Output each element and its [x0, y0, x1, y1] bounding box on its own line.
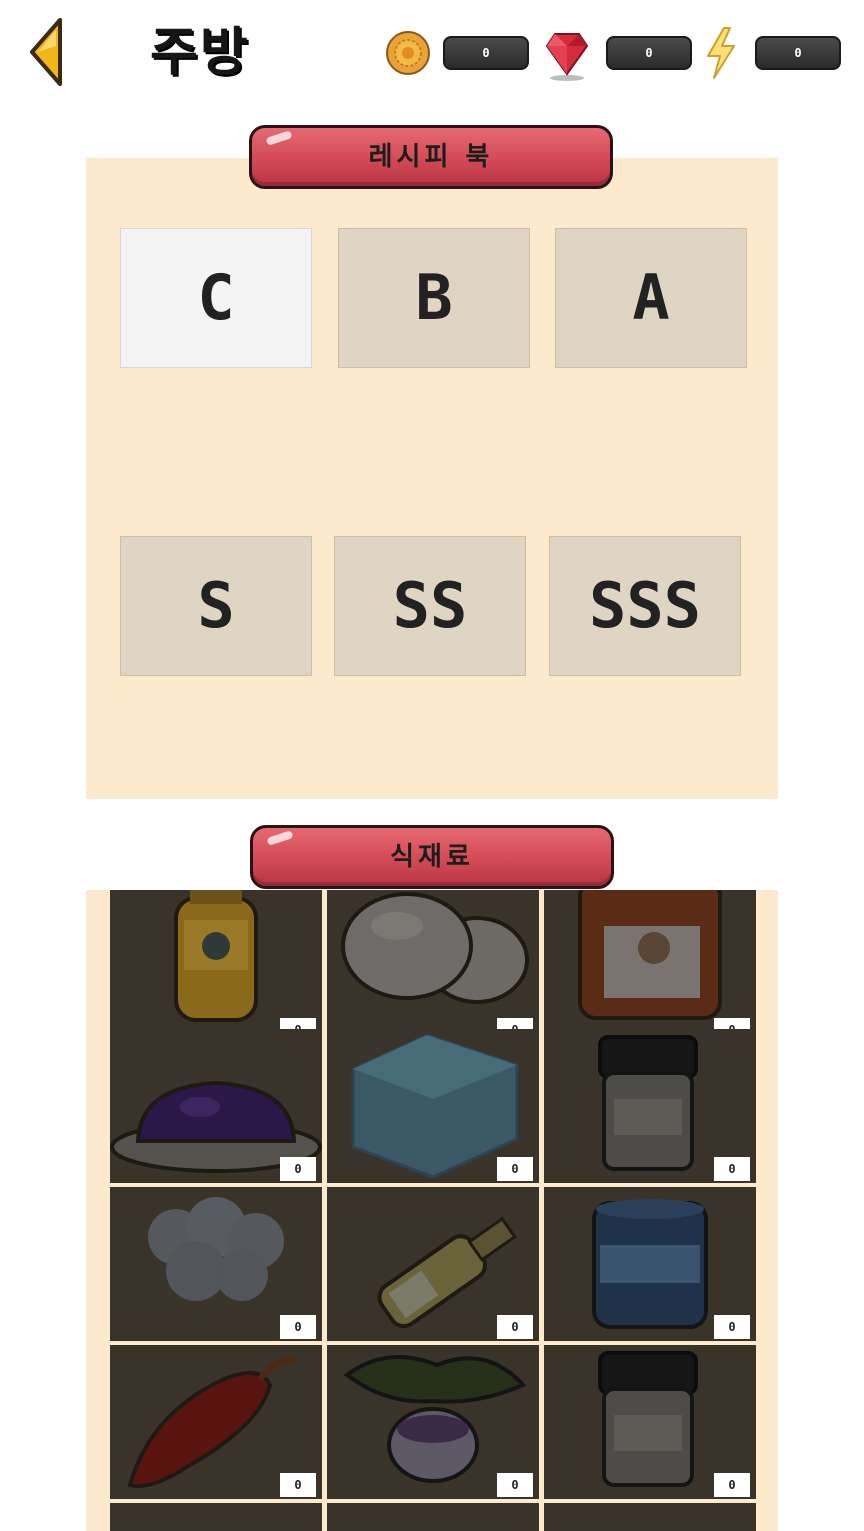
coin-icon — [386, 31, 430, 75]
page-title: 주방 — [150, 23, 250, 83]
grade-tab-sss[interactable]: SSS — [549, 536, 741, 676]
ingredient-count: 0 — [714, 1315, 750, 1339]
ingredient-slot[interactable]: 0 — [544, 1187, 756, 1341]
ingredient-slot[interactable]: 0 — [110, 1187, 322, 1341]
grade-tab-ss[interactable]: SS — [334, 536, 526, 676]
ingredient-count: 0 — [280, 1157, 316, 1181]
ingredient-slot-partial[interactable] — [544, 1503, 756, 1531]
energy-counter: 0 — [755, 36, 841, 70]
ingredients-banner: 식재료 — [250, 825, 614, 889]
ingredient-slot[interactable]: 0 — [327, 1345, 539, 1499]
coin-counter: 0 — [443, 36, 529, 70]
ruby-icon — [545, 33, 589, 81]
grade-tab-a[interactable]: A — [555, 228, 747, 368]
ruby-counter: 0 — [606, 36, 692, 70]
grade-tab-s[interactable]: S — [120, 536, 312, 676]
ingredient-count: 0 — [497, 1473, 533, 1497]
ingredient-count: 0 — [497, 1315, 533, 1339]
ingredient-slot-partial[interactable] — [110, 1503, 322, 1531]
ingredient-slot[interactable]: 0 — [544, 1345, 756, 1499]
back-arrow-icon — [30, 18, 62, 86]
recipe-book-title: 레시피 북 — [368, 142, 494, 172]
ingredient-count: 0 — [714, 1157, 750, 1181]
ingredient-count: 0 — [714, 1473, 750, 1497]
grade-tab-b[interactable]: B — [338, 228, 530, 368]
ingredient-slot[interactable]: 0 — [327, 1029, 539, 1183]
ingredient-slot[interactable]: 0 — [544, 890, 756, 1044]
ingredient-count: 0 — [280, 1473, 316, 1497]
banner-shine — [266, 830, 294, 846]
recipe-book-banner: 레시피 북 — [249, 125, 613, 189]
ingredient-slot[interactable]: 0 — [110, 1029, 322, 1183]
ingredient-slot[interactable]: 0 — [327, 890, 539, 1044]
grade-tab-c[interactable]: C — [120, 228, 312, 368]
ingredient-slot-partial[interactable] — [327, 1503, 539, 1531]
back-button[interactable] — [26, 16, 66, 88]
lightning-icon — [707, 27, 735, 79]
ingredients-title: 식재료 — [390, 842, 474, 872]
ingredient-slot[interactable]: 0 — [544, 1029, 756, 1183]
ingredient-slot[interactable]: 0 — [110, 890, 322, 1044]
ingredient-count: 0 — [280, 1315, 316, 1339]
banner-shine — [265, 130, 293, 146]
ingredient-count: 0 — [497, 1157, 533, 1181]
ingredient-slot[interactable]: 0 — [327, 1187, 539, 1341]
ingredient-slot[interactable]: 0 — [110, 1345, 322, 1499]
